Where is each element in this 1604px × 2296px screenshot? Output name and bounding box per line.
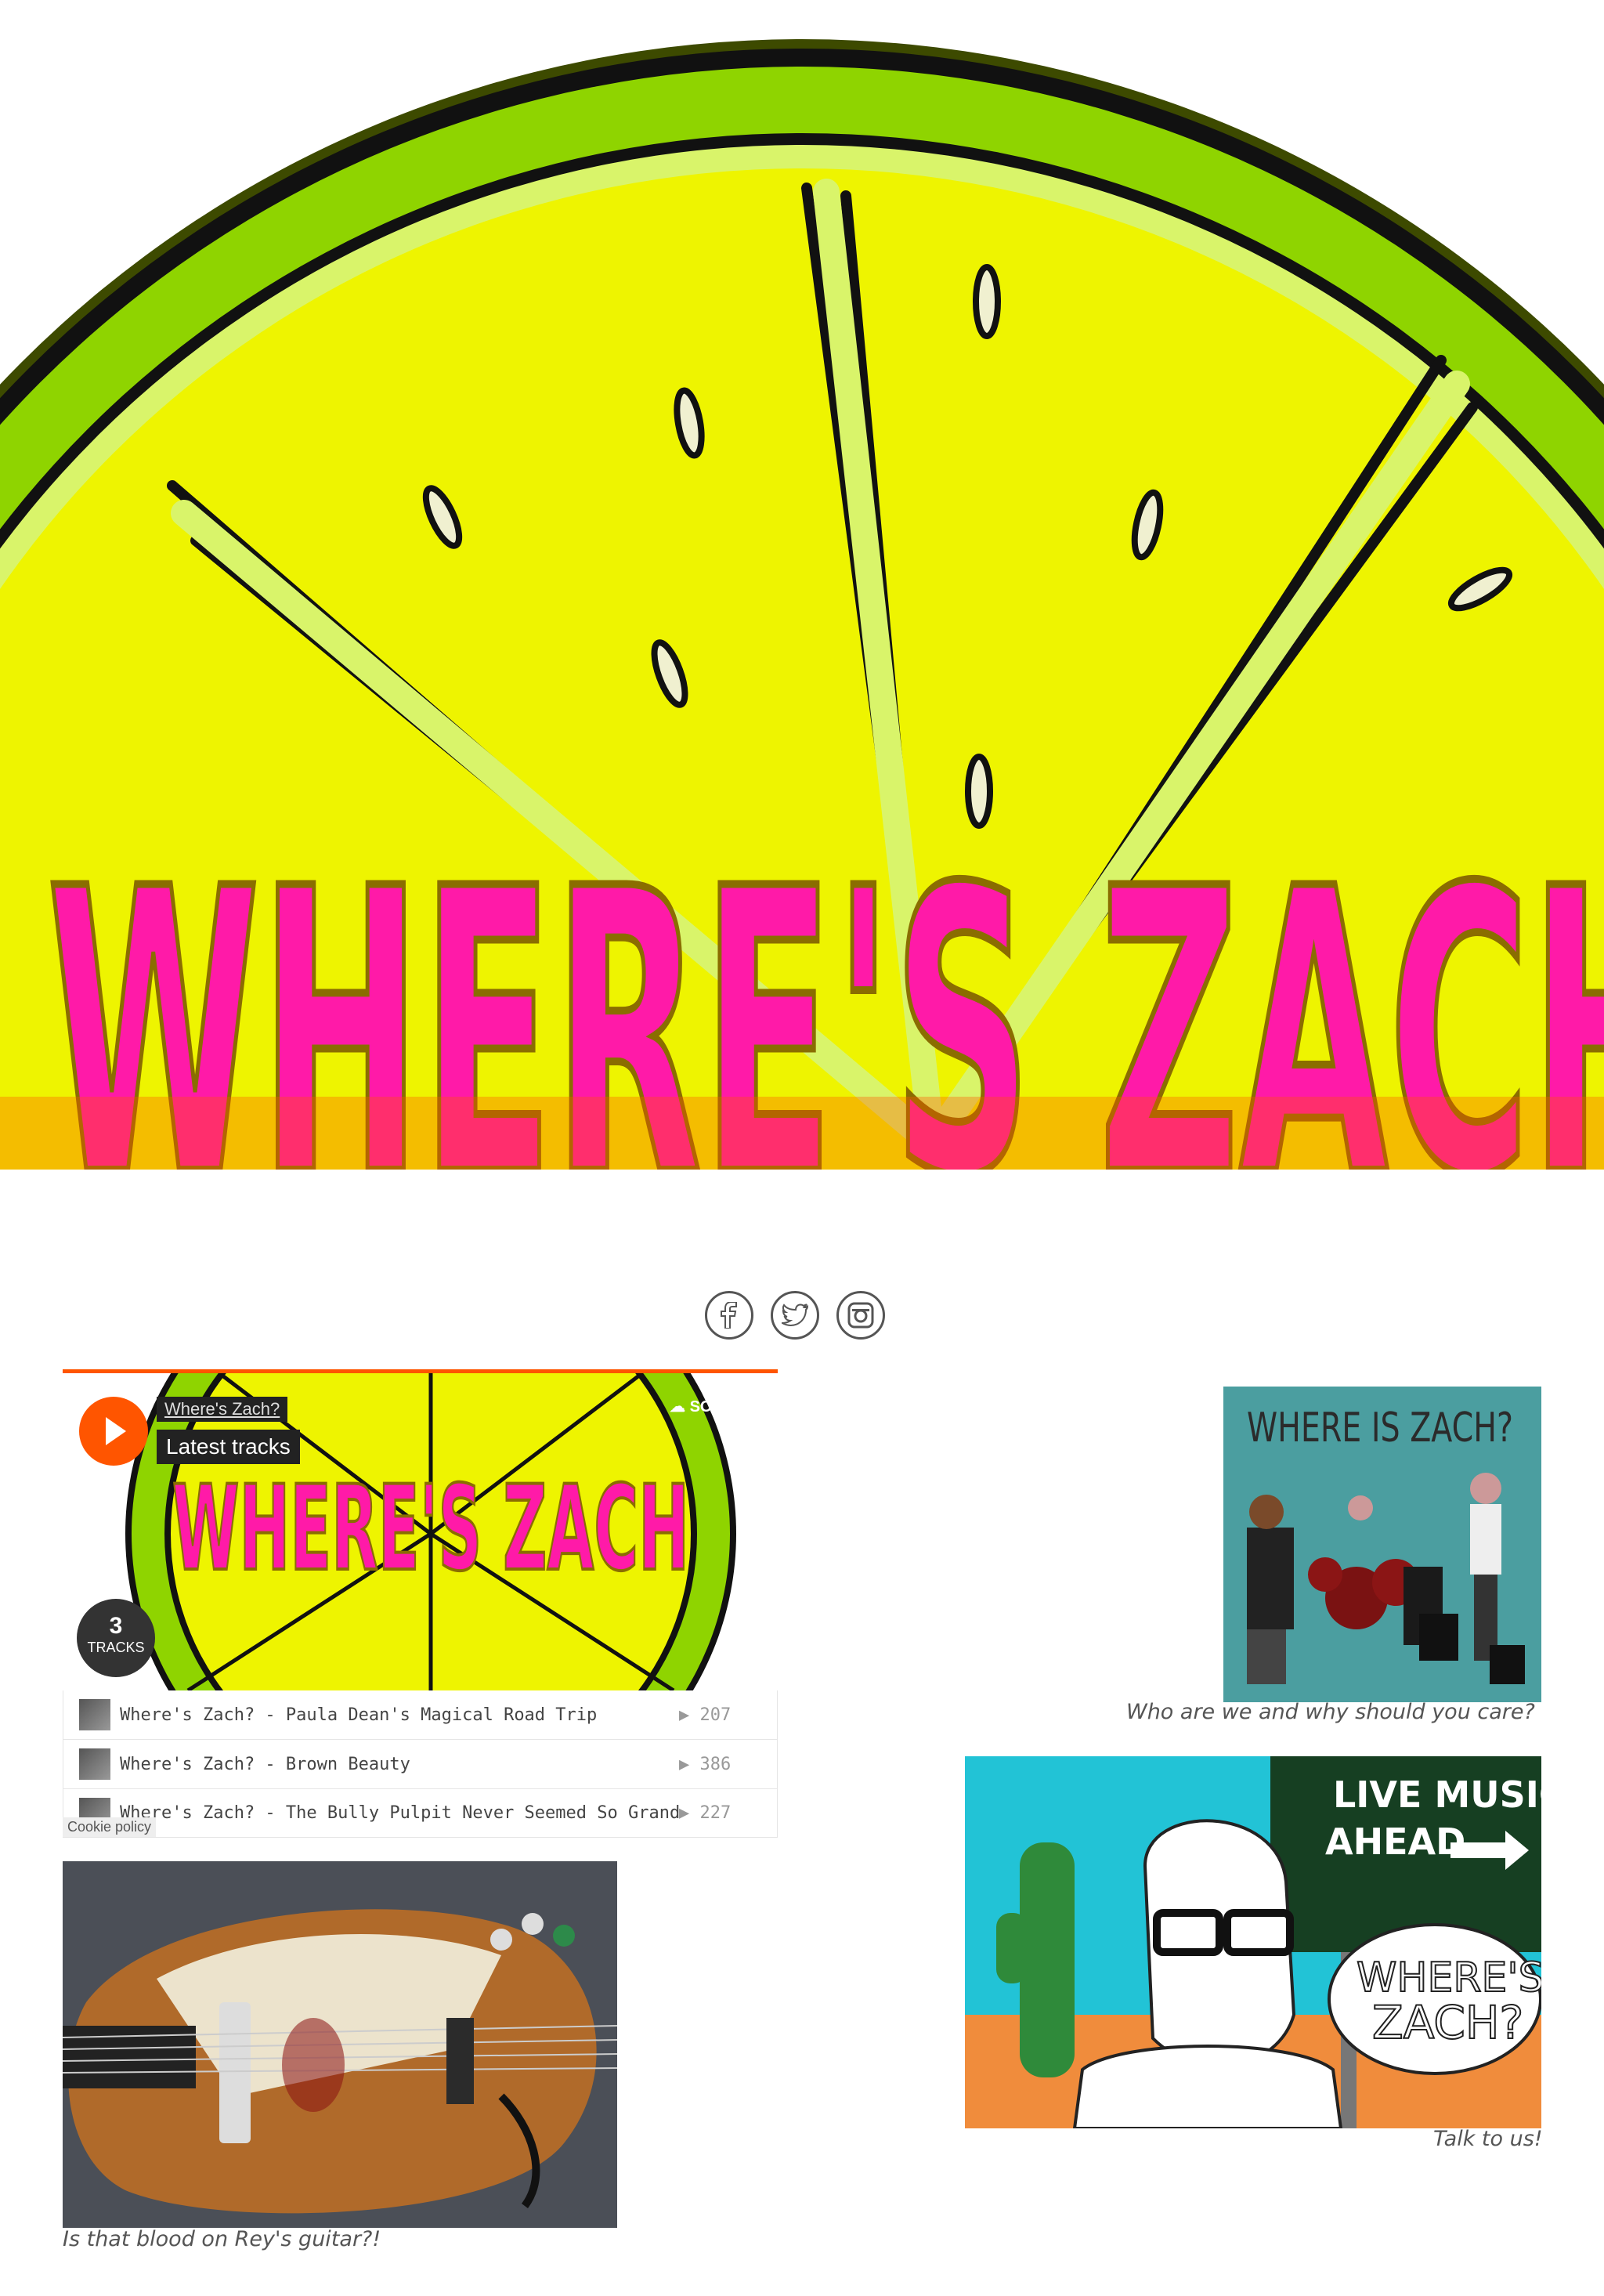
track-thumbnail bbox=[79, 1699, 110, 1730]
cloud-icon: ☁ bbox=[670, 1398, 685, 1416]
lime-logo-art: WHERE'S ZACH bbox=[0, 39, 1604, 1170]
twitter-icon[interactable] bbox=[771, 1291, 819, 1340]
sign-line-2: AHEAD bbox=[1325, 1821, 1465, 1863]
play-count-icon: ▶ bbox=[679, 1803, 700, 1823]
band-illustration[interactable]: WHERE IS ZACH? bbox=[1223, 1387, 1541, 1702]
instagram-icon[interactable] bbox=[836, 1291, 885, 1340]
live-music-illustration[interactable]: LIVE MUSIC AHEAD WHERE'S ZACH? bbox=[965, 1756, 1541, 2128]
hero-banner: WHERE'S ZACH bbox=[0, 0, 1604, 1170]
track-name: Where's Zach? - Paula Dean's Magical Roa… bbox=[120, 1705, 598, 1725]
track-row[interactable]: Where's Zach? - The Bully Pulpit Never S… bbox=[63, 1789, 777, 1837]
play-button[interactable] bbox=[79, 1397, 148, 1466]
band-art-title: WHERE IS ZACH? bbox=[1247, 1405, 1513, 1452]
play-count-icon: ▶ bbox=[679, 1754, 700, 1774]
track-name: Where's Zach? - Brown Beauty bbox=[120, 1754, 410, 1774]
sign-line-1: LIVE MUSIC bbox=[1333, 1774, 1541, 1816]
soundcloud-logo[interactable]: ☁ SOUNDCL bbox=[670, 1397, 767, 1416]
track-count-badge: 3 TRACKS bbox=[77, 1599, 155, 1677]
bubble-line-1: WHERE'S bbox=[1357, 1954, 1541, 2001]
player-logo-text: WHERE'S ZACH bbox=[172, 1461, 689, 1597]
bubble-line-2: ZACH? bbox=[1372, 1996, 1523, 2049]
soundcloud-player: WHERE'S ZACH Where's Zach? Latest tracks… bbox=[63, 1369, 778, 1838]
band-caption: Who are we and why should you care? bbox=[1126, 1700, 1535, 1724]
player-artwork: WHERE'S ZACH Where's Zach? Latest tracks… bbox=[63, 1373, 778, 1690]
guitar-caption: Is that blood on Rey's guitar?! bbox=[63, 2227, 381, 2251]
guitar-photo[interactable] bbox=[63, 1861, 617, 2228]
track-name: Where's Zach? - The Bully Pulpit Never S… bbox=[120, 1803, 681, 1823]
track-list: Where's Zach? - Paula Dean's Magical Roa… bbox=[63, 1690, 778, 1838]
track-plays: ▶ 386 bbox=[679, 1754, 732, 1774]
track-thumbnail bbox=[79, 1748, 110, 1780]
track-plays: ▶ 207 bbox=[679, 1705, 732, 1725]
cookie-policy-link[interactable]: Cookie policy bbox=[63, 1817, 157, 1837]
player-artist-link[interactable]: Where's Zach? bbox=[157, 1397, 288, 1422]
player-title: Latest tracks bbox=[157, 1430, 300, 1464]
track-count-label: TRACKS bbox=[87, 1640, 145, 1655]
track-row[interactable]: Where's Zach? - Brown Beauty ▶ 386 bbox=[63, 1740, 777, 1789]
live-caption: Talk to us! bbox=[1433, 2127, 1543, 2151]
facebook-icon[interactable] bbox=[705, 1291, 753, 1340]
play-count-icon: ▶ bbox=[679, 1705, 700, 1725]
track-row[interactable]: Where's Zach? - Paula Dean's Magical Roa… bbox=[63, 1690, 777, 1740]
track-plays: ▶ 227 bbox=[679, 1803, 732, 1823]
social-links bbox=[705, 1291, 885, 1340]
track-count: 3 bbox=[109, 1613, 123, 1639]
soundcloud-brand: SOUNDCL bbox=[689, 1398, 768, 1416]
